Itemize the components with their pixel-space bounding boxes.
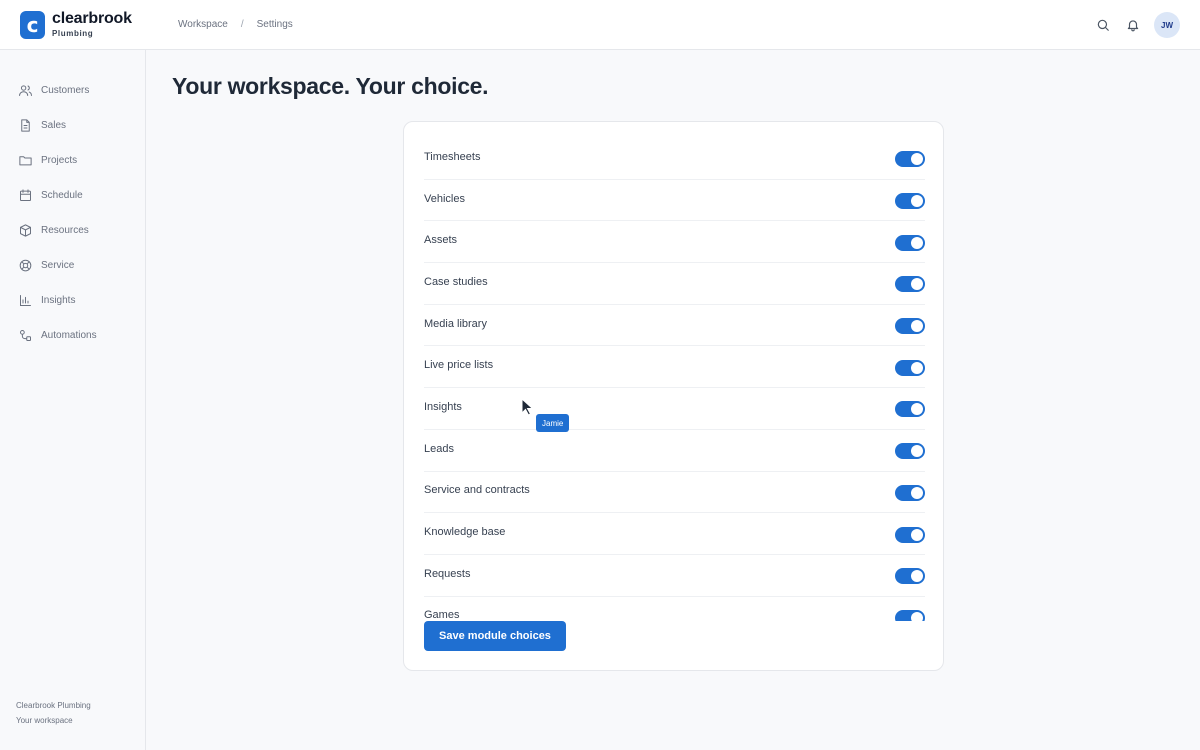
- module-toggle-assets[interactable]: [895, 234, 925, 251]
- header-actions: JW: [1090, 12, 1180, 38]
- cursor-pointer-icon: [521, 398, 534, 416]
- lifebuoy-icon: [19, 259, 32, 272]
- sidebar-item-customers[interactable]: Customers: [0, 73, 145, 108]
- search-icon: [1097, 19, 1109, 31]
- sidebar-item-projects[interactable]: Projects: [0, 143, 145, 178]
- folder-icon: [19, 156, 32, 166]
- breadcrumb-separator: /: [240, 19, 244, 30]
- sidebar-item-schedule[interactable]: Schedule: [0, 178, 145, 213]
- module-list[interactable]: Timesheets Vehicles Assets Case studies …: [424, 138, 925, 621]
- module-row-case-studies: Case studies: [424, 263, 925, 305]
- module-label: Case studies: [424, 275, 488, 288]
- box-icon: [20, 224, 31, 237]
- top-bar: c clearbrook Plumbing Workspace / Settin…: [0, 0, 1200, 50]
- module-toggle-insights[interactable]: [895, 401, 925, 418]
- sidebar-item-label: Sales: [41, 120, 67, 131]
- sidebar-item-sales[interactable]: Sales: [0, 108, 145, 143]
- workflow-icon: [20, 330, 31, 341]
- footer-workspace: Your workspace: [16, 716, 73, 725]
- module-row-vehicles: Vehicles: [424, 180, 925, 222]
- brand[interactable]: c clearbrook Plumbing: [20, 10, 180, 39]
- sidebar-item-label: Resources: [41, 225, 89, 236]
- module-toggle-service-and-contracts[interactable]: [895, 484, 925, 501]
- module-toggle-games[interactable]: [895, 609, 925, 621]
- page-title: Your workspace. Your choice.: [172, 73, 489, 99]
- brand-name: clearbrook: [52, 10, 132, 27]
- modules-card: Timesheets Vehicles Assets Case studies …: [403, 121, 944, 671]
- module-toggle-case-studies[interactable]: [895, 276, 925, 293]
- footer-company: Clearbrook Plumbing: [16, 701, 91, 710]
- sidebar-item-insights[interactable]: Insights: [0, 283, 145, 318]
- notifications-button[interactable]: [1120, 12, 1146, 38]
- module-row-assets: Assets: [424, 221, 925, 264]
- avatar[interactable]: JW: [1154, 12, 1180, 38]
- sidebar-item-label: Insights: [41, 295, 76, 306]
- sidebar-item-service[interactable]: Service: [0, 248, 145, 283]
- module-label: Timesheets: [424, 150, 481, 163]
- sidebar-item-label: Schedule: [41, 190, 83, 201]
- breadcrumb-workspace[interactable]: Workspace: [178, 19, 228, 30]
- module-row-timesheets: Timesheets: [424, 138, 925, 180]
- collaborator-cursor-tag: Jamie: [536, 414, 570, 432]
- module-row-knowledge-base: Knowledge base: [424, 513, 925, 555]
- users-icon: [19, 85, 32, 96]
- module-label: Media library: [424, 317, 487, 330]
- module-row-leads: Leads: [424, 430, 925, 472]
- bell-icon: [1127, 20, 1139, 32]
- module-label: Service and contracts: [424, 484, 530, 497]
- module-label: Knowledge base: [424, 526, 506, 539]
- module-toggle-vehicles[interactable]: [895, 193, 925, 210]
- module-row-live-price-lists: Live price lists: [424, 346, 925, 389]
- sidebar: Customers Sales Projects Schedule Resour…: [0, 50, 146, 750]
- brand-logo: c: [20, 10, 45, 39]
- module-row-games: Games: [424, 597, 925, 621]
- module-row-service-and-contracts: Service and contracts: [424, 472, 925, 514]
- module-label: Games: [424, 609, 460, 621]
- sidebar-item-label: Projects: [41, 155, 78, 166]
- sidebar-footer: Clearbrook Plumbing Your workspace: [16, 698, 91, 728]
- search-button[interactable]: [1090, 12, 1116, 38]
- chart-icon: [20, 295, 31, 306]
- sidebar-item-label: Automations: [41, 330, 97, 341]
- module-label: Leads: [424, 442, 454, 455]
- module-toggle-media-library[interactable]: [895, 318, 925, 335]
- module-row-requests: Requests: [424, 555, 925, 597]
- module-label: Vehicles: [424, 192, 465, 205]
- brand-subtitle: Plumbing: [52, 29, 94, 38]
- breadcrumb: Workspace / Settings: [178, 19, 293, 30]
- sidebar-item-automations[interactable]: Automations: [0, 318, 145, 353]
- module-row-insights: Insights: [424, 388, 925, 430]
- module-toggle-knowledge-base[interactable]: [895, 526, 925, 543]
- module-label: Insights: [424, 400, 462, 413]
- document-icon: [21, 119, 30, 132]
- module-label: Live price lists: [424, 359, 494, 372]
- breadcrumb-settings[interactable]: Settings: [257, 19, 293, 30]
- module-toggle-live-price-lists[interactable]: [895, 359, 925, 376]
- module-row-media-library: Media library: [424, 305, 925, 347]
- module-toggle-leads[interactable]: [895, 443, 925, 460]
- save-modules-button[interactable]: Save module choices: [424, 621, 566, 651]
- module-toggle-timesheets[interactable]: [895, 151, 925, 168]
- module-toggle-requests[interactable]: [895, 568, 925, 585]
- calendar-icon: [20, 189, 31, 201]
- sidebar-item-label: Customers: [41, 85, 90, 96]
- module-label: Requests: [424, 567, 471, 580]
- sidebar-nav: Customers Sales Projects Schedule Resour…: [0, 50, 145, 353]
- sidebar-item-resources[interactable]: Resources: [0, 213, 145, 248]
- sidebar-item-label: Service: [41, 260, 75, 271]
- module-label: Assets: [424, 234, 458, 247]
